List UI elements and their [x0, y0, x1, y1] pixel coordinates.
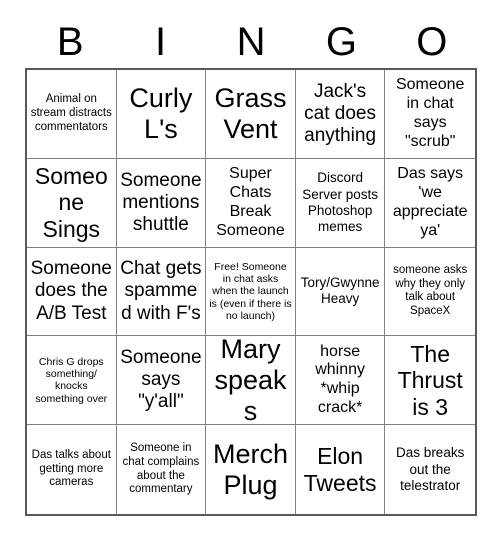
bingo-cell-i5[interactable]: Someone in chat complains about the comm… — [116, 425, 207, 514]
bingo-cell-o3[interactable]: someone asks why they only talk about Sp… — [385, 247, 475, 337]
header-letter-n: N — [236, 20, 266, 64]
bingo-cell-b2[interactable]: Someone Sings — [27, 158, 117, 248]
bingo-cell-text: Merch Plug — [212, 438, 288, 500]
bingo-cell-text: Chat gets spammed with F's — [120, 258, 202, 324]
bingo-cell-g3[interactable]: Tory/Gwynne Heavy — [295, 247, 386, 337]
bingo-cell-text: Someone in chat says "scrub" — [395, 76, 465, 150]
bingo-cell-text: Mary speaks — [214, 336, 287, 426]
bingo-cell-i4[interactable]: Someone says "y'all" — [116, 336, 207, 426]
bingo-cell-n5[interactable]: Merch Plug — [206, 425, 296, 514]
bingo-cell-text: Grass Vent — [214, 82, 287, 144]
bingo-cell-text: Jack's cat does anything — [304, 80, 377, 146]
bingo-cell-b4[interactable]: Chris G drops something/ knocks somethin… — [27, 336, 117, 426]
bingo-cell-free-space[interactable]: Free! Someone in chat asks when the laun… — [206, 247, 296, 337]
header-letter-o: O — [416, 20, 448, 64]
bingo-cell-text: Discord Server posts Photoshop memes — [302, 170, 378, 234]
bingo-cell-text: Super Chats Break Someone — [216, 164, 285, 239]
header-letter-i: I — [155, 20, 167, 64]
bingo-cell-o2[interactable]: Das says 'we appreciate ya' — [385, 158, 475, 248]
bingo-cell-i2[interactable]: Someone mentions shuttle — [116, 158, 207, 248]
bingo-cell-n2[interactable]: Super Chats Break Someone — [206, 158, 296, 248]
bingo-cell-g2[interactable]: Discord Server posts Photoshop memes — [295, 158, 386, 248]
bingo-cell-b3[interactable]: Someone does the A/B Test — [27, 247, 117, 337]
bingo-cell-text: Someone says "y'all" — [120, 347, 202, 413]
bingo-header-row: B I N G O — [25, 16, 477, 68]
bingo-cell-text: Someone mentions shuttle — [120, 169, 202, 235]
bingo-cell-text: Someone does the A/B Test — [30, 258, 112, 324]
bingo-cell-text: The Thrust is 3 — [397, 340, 463, 420]
bingo-cell-o5[interactable]: Das breaks out the telestrator — [385, 425, 475, 514]
bingo-cell-n4[interactable]: Mary speaks — [206, 336, 296, 426]
bingo-cell-text: Tory/Gwynne Heavy — [300, 275, 380, 307]
bingo-cell-text: Someone Sings — [34, 163, 108, 242]
bingo-cell-o1[interactable]: Someone in chat says "scrub" — [385, 70, 475, 159]
bingo-cell-text: Someone in chat complains about the comm… — [122, 442, 200, 496]
bingo-card: B I N G O Animal on stream distracts com… — [0, 0, 500, 544]
bingo-cell-text: Chris G drops something/ knocks somethin… — [35, 355, 108, 405]
bingo-cell-i1[interactable]: Curly L's — [116, 70, 207, 159]
bingo-cell-g5[interactable]: Elon Tweets — [295, 425, 386, 514]
bingo-cell-b1[interactable]: Animal on stream distracts commentators — [27, 70, 117, 159]
bingo-cell-text: horse whinny *whip crack* — [315, 342, 365, 417]
bingo-cell-i3[interactable]: Chat gets spammed with F's — [116, 247, 207, 337]
bingo-grid: Animal on stream distracts commentators … — [25, 68, 477, 516]
bingo-cell-text: Das talks about getting more cameras — [31, 448, 111, 489]
bingo-cell-text: Animal on stream distracts commentators — [30, 93, 112, 133]
bingo-cell-text: Das breaks out the telestrator — [396, 445, 465, 493]
bingo-cell-b5[interactable]: Das talks about getting more cameras — [27, 425, 117, 514]
bingo-cell-text: Curly L's — [129, 82, 193, 144]
header-letter-b: B — [56, 20, 84, 64]
bingo-cell-text: Free! Someone in chat asks when the laun… — [209, 260, 292, 323]
bingo-cell-text: someone asks why they only talk about Sp… — [393, 263, 468, 318]
bingo-cell-g4[interactable]: horse whinny *whip crack* — [295, 336, 386, 426]
bingo-cell-text: Das says 'we appreciate ya' — [392, 164, 468, 239]
bingo-cell-text: Elon Tweets — [303, 443, 377, 496]
bingo-cell-g1[interactable]: Jack's cat does anything — [295, 70, 386, 159]
bingo-cell-n1[interactable]: Grass Vent — [206, 70, 296, 159]
header-letter-g: G — [325, 20, 357, 64]
bingo-cell-o4[interactable]: The Thrust is 3 — [385, 336, 475, 426]
